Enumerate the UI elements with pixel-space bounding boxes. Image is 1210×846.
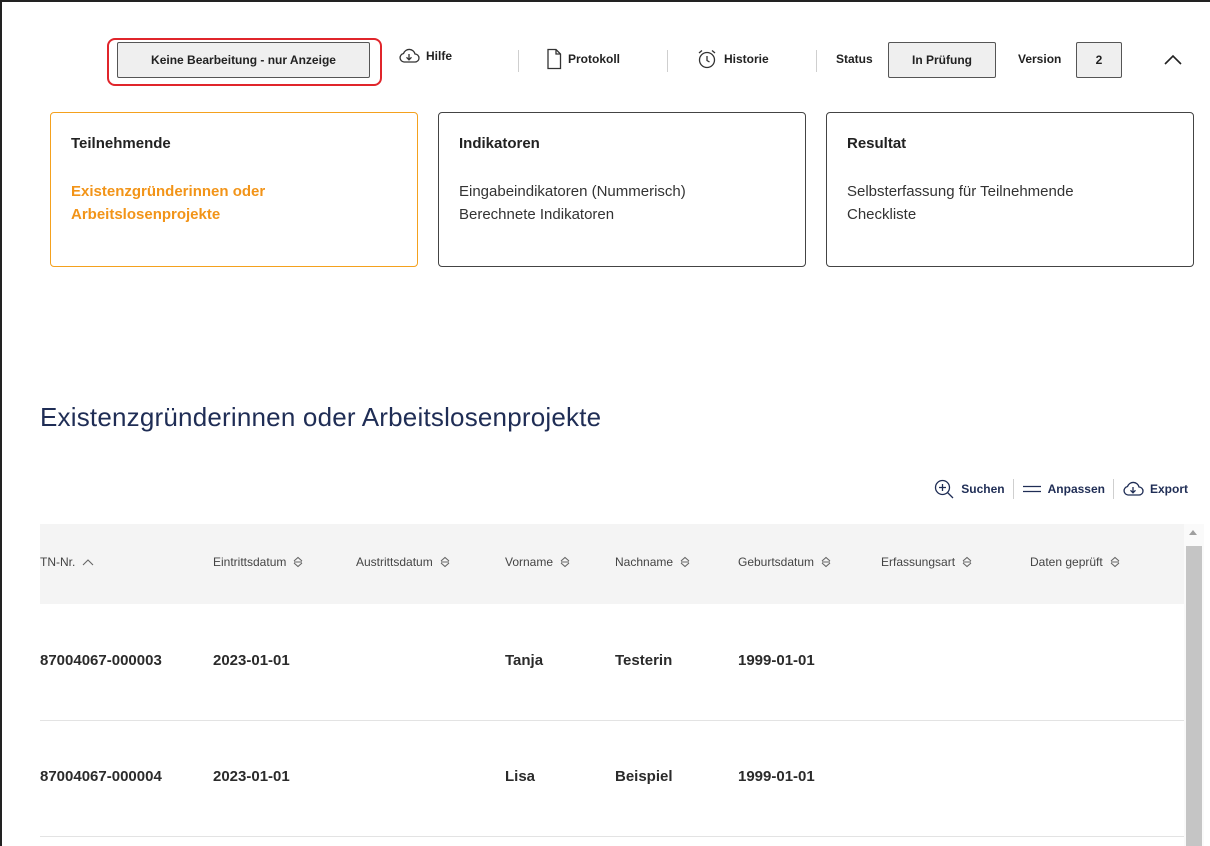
sort-icon	[560, 556, 570, 568]
sort-icon	[1110, 556, 1120, 568]
cell-vorname: Lisa	[505, 768, 536, 785]
customize-button[interactable]: Anpassen	[1014, 482, 1113, 496]
toolbar-divider	[518, 50, 519, 72]
sort-icon	[293, 556, 303, 568]
column-header-geburtsdatum[interactable]: Geburtsdatum	[738, 555, 832, 569]
column-header-label: TN-Nr.	[40, 555, 76, 569]
vertical-scrollbar[interactable]	[1184, 524, 1204, 846]
scrollbar-thumb[interactable]	[1186, 546, 1202, 846]
card-indikatoren: Indikatoren Eingabeindikatoren (Nummeris…	[438, 112, 806, 267]
cell-vorname: Tanja	[505, 652, 544, 669]
zoom-in-icon	[935, 479, 954, 499]
version-field[interactable]: 2	[1076, 42, 1122, 78]
scroll-up-arrow-icon[interactable]	[1189, 530, 1197, 535]
column-header-erfassungsart[interactable]: Erfassungsart	[881, 555, 973, 569]
cell-nachname: Testerin	[615, 652, 673, 669]
sort-icon	[440, 556, 450, 568]
table-actions: Suchen Anpassen Export	[925, 478, 1196, 500]
column-header-tn-nr[interactable]: TN-Nr.	[40, 555, 95, 569]
version-label: Version	[1018, 52, 1062, 66]
page-title: Existenzgründerinnen oder Arbeitslosenpr…	[40, 402, 602, 432]
card-link-existenzgruenderinnen[interactable]: Existenzgründerinnen oder Arbeitslosenpr…	[71, 180, 397, 226]
help-label: Hilfe	[426, 49, 453, 63]
alarm-clock-icon	[698, 50, 716, 69]
mode-button[interactable]: Keine Bearbeitung - nur Anzeige	[117, 42, 370, 78]
search-label: Suchen	[961, 482, 1005, 496]
column-header-label: Nachname	[615, 555, 674, 569]
card-link-selbsterfassung[interactable]: Selbsterfassung für Teilnehmende	[847, 180, 1173, 203]
cell-geburtsdatum: 1999-01-01	[738, 768, 815, 785]
cloud-download-icon	[1123, 481, 1144, 496]
column-header-vorname[interactable]: Vorname	[505, 555, 571, 569]
participants-table: TN-Nr. Eintrittsdatum Austrittsdatum Vor…	[40, 524, 1204, 846]
sort-icon	[962, 556, 972, 568]
card-link-eingabeindikatoren[interactable]: Eingabeindikatoren (Nummerisch)	[459, 180, 785, 203]
equals-icon	[1022, 485, 1041, 493]
cell-tn-nr: 87004067-000004	[40, 768, 162, 785]
card-title: Teilnehmende	[71, 135, 171, 152]
chevron-up-icon[interactable]	[1163, 52, 1183, 66]
history-label: Historie	[724, 52, 769, 66]
cell-geburtsdatum: 1999-01-01	[738, 652, 815, 669]
protocol-label: Protokoll	[568, 52, 621, 66]
cell-tn-nr: 87004067-000003	[40, 652, 162, 669]
window-frame-top	[0, 0, 1210, 2]
card-teilnehmende: Teilnehmende Existenzgründerinnen oder A…	[50, 112, 418, 267]
help-button[interactable]: Hilfe	[398, 48, 452, 64]
card-link-berechnete-indikatoren[interactable]: Berechnete Indikatoren	[459, 203, 785, 226]
column-header-eintrittsdatum[interactable]: Eintrittsdatum	[213, 555, 304, 569]
card-title: Resultat	[847, 135, 907, 152]
card-link-checkliste[interactable]: Checkliste	[847, 203, 1173, 226]
column-header-label: Vorname	[505, 555, 554, 569]
sort-icon	[680, 556, 690, 568]
status-field[interactable]: In Prüfung	[888, 42, 996, 78]
table-row[interactable]: 87004067-000003 2023-01-01 Tanja Testeri…	[40, 604, 1184, 721]
customize-label: Anpassen	[1047, 482, 1105, 496]
column-header-label: Erfassungsart	[881, 555, 956, 569]
table-header: TN-Nr. Eintrittsdatum Austrittsdatum Vor…	[40, 524, 1184, 604]
document-icon	[547, 48, 562, 70]
history-button[interactable]: Historie	[696, 48, 769, 70]
column-header-label: Austrittsdatum	[356, 555, 433, 569]
toolbar: Keine Bearbeitung - nur Anzeige Hilfe Pr…	[0, 38, 1210, 86]
export-label: Export	[1149, 482, 1188, 496]
column-header-daten-geprueft[interactable]: Daten geprüft	[1030, 555, 1121, 569]
sort-ascending-icon	[82, 559, 94, 566]
card-resultat: Resultat Selbsterfassung für Teilnehmend…	[826, 112, 1194, 267]
window-frame-left	[0, 0, 2, 846]
column-header-label: Eintrittsdatum	[213, 555, 287, 569]
column-header-austrittsdatum[interactable]: Austrittsdatum	[356, 555, 451, 569]
protocol-button[interactable]: Protokoll	[546, 48, 620, 70]
cell-eintrittsdatum: 2023-01-01	[213, 768, 290, 785]
cloud-download-icon	[399, 48, 420, 63]
export-button[interactable]: Export	[1114, 481, 1196, 497]
card-title: Indikatoren	[459, 135, 540, 152]
sort-icon	[821, 556, 831, 568]
toolbar-divider	[816, 50, 817, 72]
column-header-label: Daten geprüft	[1030, 555, 1103, 569]
cell-eintrittsdatum: 2023-01-01	[213, 652, 290, 669]
table-row[interactable]: 87004067-000004 2023-01-01 Lisa Beispiel…	[40, 720, 1184, 837]
status-label: Status	[836, 52, 873, 66]
column-header-nachname[interactable]: Nachname	[615, 555, 691, 569]
toolbar-divider	[667, 50, 668, 72]
cell-nachname: Beispiel	[615, 768, 673, 785]
search-button[interactable]: Suchen	[925, 478, 1012, 500]
column-header-label: Geburtsdatum	[738, 555, 815, 569]
